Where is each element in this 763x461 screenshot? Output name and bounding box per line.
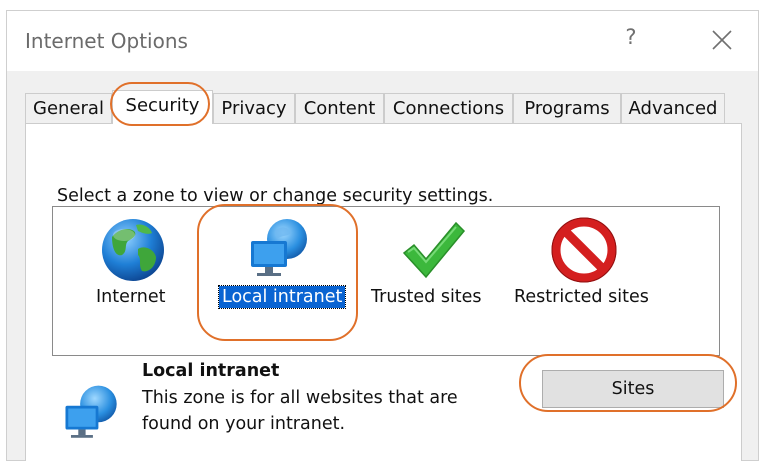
screenshot: Internet Options ? General Security Priv… xyxy=(0,0,763,461)
tab-security[interactable]: Security xyxy=(112,90,213,124)
zone-label-local-intranet: Local intranet xyxy=(217,285,347,309)
zone-list: Internet Local intranet Trusted sites Re… xyxy=(52,206,720,356)
close-icon xyxy=(712,30,732,50)
tab-general[interactable]: General xyxy=(25,93,112,123)
zone-local-intranet[interactable]: Local intranet xyxy=(213,207,348,355)
zone-label-internet: Internet xyxy=(96,287,166,307)
window-title: Internet Options xyxy=(25,29,188,53)
tab-content[interactable]: Content xyxy=(295,93,384,123)
intranet-icon xyxy=(251,219,307,276)
tab-privacy[interactable]: Privacy xyxy=(213,93,295,123)
title-bar: Internet Options ? xyxy=(7,11,758,71)
sites-button[interactable]: Sites xyxy=(542,370,724,408)
help-button[interactable]: ? xyxy=(619,25,643,53)
checkmark-icon xyxy=(402,221,466,279)
zone-internet[interactable]: Internet xyxy=(83,207,183,355)
security-panel: Select a zone to view or change security… xyxy=(25,123,742,461)
zone-label-trusted-sites: Trusted sites xyxy=(371,287,482,307)
tab-advanced[interactable]: Advanced xyxy=(621,93,725,123)
zone-label-restricted-sites: Restricted sites xyxy=(514,287,649,307)
intranet-icon xyxy=(65,385,117,438)
internet-options-dialog: Internet Options ? General Security Priv… xyxy=(6,10,759,461)
close-button[interactable] xyxy=(705,23,739,57)
tab-connections[interactable]: Connections xyxy=(384,93,513,123)
no-entry-icon xyxy=(551,217,617,283)
zone-trusted-sites[interactable]: Trusted sites xyxy=(368,207,498,355)
zone-prompt: Select a zone to view or change security… xyxy=(57,186,494,206)
zone-info-description: This zone is for all websites that are f… xyxy=(142,388,458,434)
globe-icon xyxy=(102,219,164,281)
tab-programs[interactable]: Programs xyxy=(513,93,621,123)
zone-info-title: Local intranet xyxy=(142,361,280,381)
zone-restricted-sites[interactable]: Restricted sites xyxy=(511,207,661,355)
